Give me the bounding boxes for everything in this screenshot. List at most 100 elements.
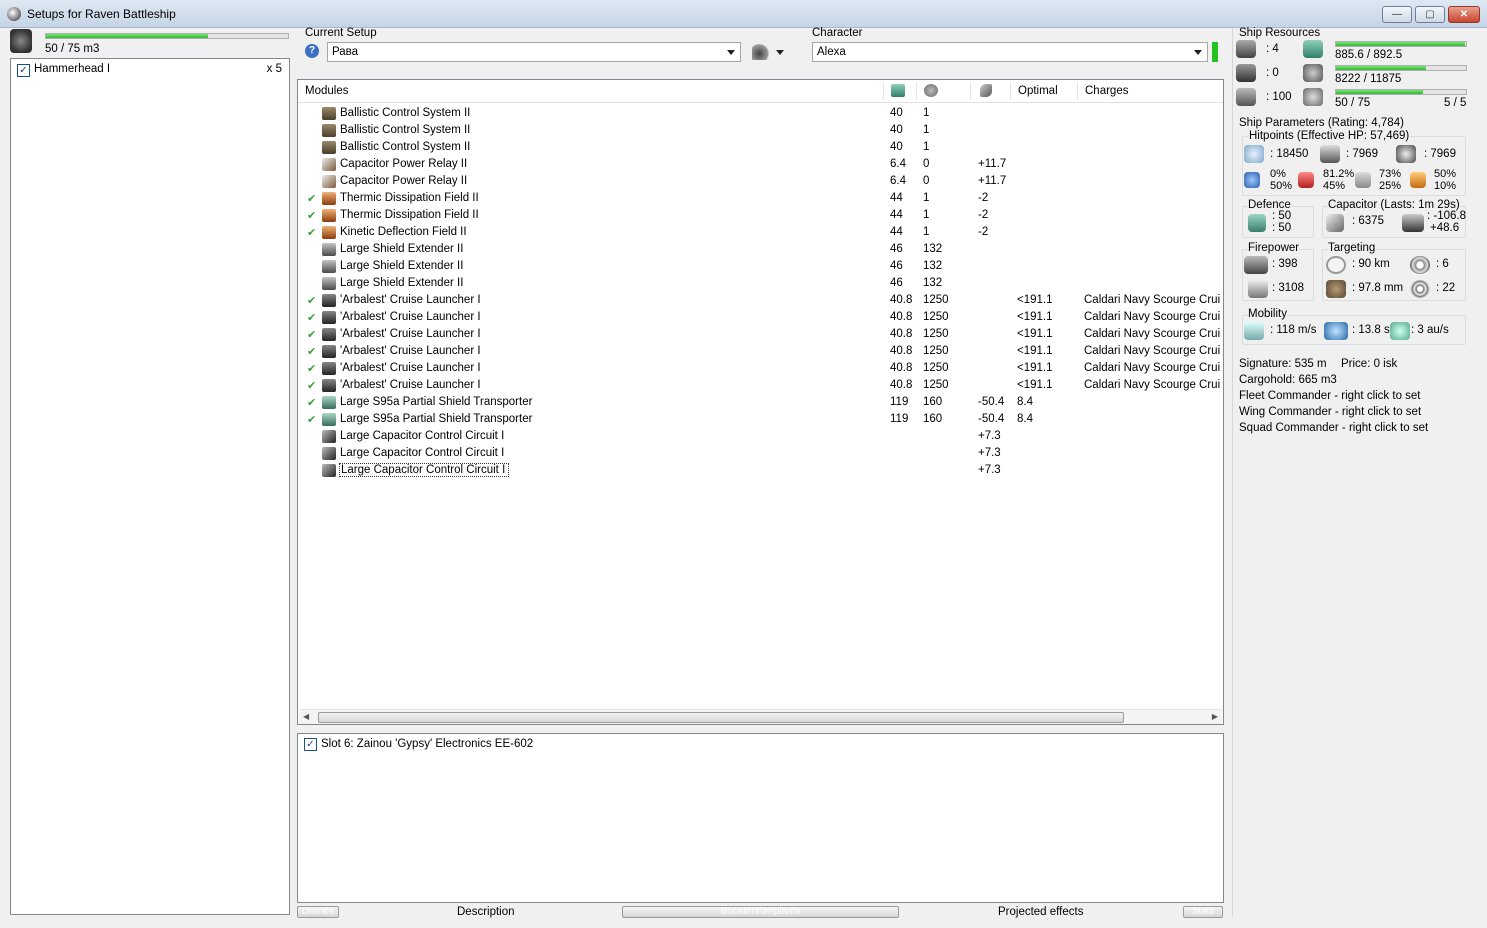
module-name[interactable]: Large S95a Partial Shield Transporter <box>340 413 532 425</box>
module-row[interactable]: ✔ Thermic Dissipation Field II 44 1 -2 <box>298 207 1223 224</box>
module-row[interactable]: ✔ Thermic Dissipation Field II 44 1 -2 <box>298 190 1223 207</box>
module-capacitor: +11.7 <box>978 175 1007 187</box>
module-active-check[interactable]: ✔ <box>307 192 316 205</box>
module-name[interactable]: 'Arbalest' Cruise Launcher I <box>340 362 481 374</box>
chevron-down-icon[interactable] <box>776 50 784 55</box>
module-row[interactable]: Ballistic Control System II 40 1 <box>298 105 1223 122</box>
module-active-check[interactable]: ✔ <box>307 362 316 375</box>
module-name[interactable]: 'Arbalest' Cruise Launcher I <box>340 345 481 357</box>
module-row[interactable]: ✔ 'Arbalest' Cruise Launcher I 40.8 1250 <19… <box>298 326 1223 343</box>
module-active-check[interactable]: ✔ <box>307 345 316 358</box>
app-icon <box>7 7 21 21</box>
module-active-check[interactable]: ✔ <box>307 328 316 341</box>
module-active-check[interactable]: ✔ <box>307 396 316 409</box>
module-powergrid: 1250 <box>923 362 949 374</box>
module-row[interactable]: ✔ Kinetic Deflection Field II 44 1 -2 <box>298 224 1223 241</box>
scroll-thumb[interactable] <box>318 712 1124 723</box>
scroll-right-icon[interactable]: ▶ <box>1212 712 1218 721</box>
module-name[interactable]: 'Arbalest' Cruise Launcher I <box>340 328 481 340</box>
module-name[interactable]: Large Capacitor Control Circuit I <box>338 463 510 477</box>
tab-boosters-implants[interactable]: Boosters\Implants <box>622 906 899 918</box>
minimize-button[interactable]: — <box>1382 6 1412 23</box>
cpu-icon[interactable] <box>891 84 905 97</box>
modules-table[interactable]: Modules Optimal Charges Ballistic Contro… <box>297 79 1224 725</box>
column-optimal[interactable]: Optimal <box>1018 85 1058 97</box>
module-name[interactable]: Capacitor Power Relay II <box>340 158 467 170</box>
module-name[interactable]: Ballistic Control System II <box>340 107 470 119</box>
module-row[interactable]: ✔ Large S95a Partial Shield Transporter 11… <box>298 394 1223 411</box>
module-row[interactable]: ✔ 'Arbalest' Cruise Launcher I 40.8 1250 <19… <box>298 309 1223 326</box>
squad-commander[interactable]: Squad Commander - right click to set <box>1239 422 1428 434</box>
max-targets: : 6 <box>1436 258 1449 270</box>
module-row[interactable]: ✔ 'Arbalest' Cruise Launcher I 40.8 1250 <19… <box>298 292 1223 309</box>
fleet-commander[interactable]: Fleet Commander - right click to set <box>1239 390 1421 402</box>
module-name[interactable]: Large Shield Extender II <box>340 260 463 272</box>
module-name[interactable]: 'Arbalest' Cruise Launcher I <box>340 294 481 306</box>
character-select[interactable]: Alexa <box>812 42 1208 62</box>
module-row[interactable]: Capacitor Power Relay II 6.4 0 +11.7 <box>298 156 1223 173</box>
module-active-check[interactable]: ✔ <box>307 379 316 392</box>
module-name[interactable]: 'Arbalest' Cruise Launcher I <box>340 311 481 323</box>
module-row[interactable]: ✔ 'Arbalest' Cruise Launcher I 40.8 1250 <19… <box>298 343 1223 360</box>
module-row[interactable]: Large Shield Extender II 46 132 <box>298 275 1223 292</box>
tab-stats[interactable]: Stats <box>1183 906 1223 918</box>
module-cpu: 46 <box>890 277 903 289</box>
implant-name[interactable]: Slot 6: Zainou 'Gypsy' Electronics EE-60… <box>321 738 533 750</box>
module-name[interactable]: Large Shield Extender II <box>340 243 463 255</box>
module-active-check[interactable]: ✔ <box>307 209 316 222</box>
module-active-check[interactable]: ✔ <box>307 413 316 426</box>
module-row[interactable]: ✔ 'Arbalest' Cruise Launcher I 40.8 1250 <19… <box>298 360 1223 377</box>
module-row[interactable]: Large Capacitor Control Circuit I +7.3 <box>298 445 1223 462</box>
help-icon[interactable]: ? <box>305 44 319 58</box>
drone-list[interactable]: ✓ Hammerhead I x 5 <box>10 58 290 915</box>
module-active-check[interactable]: ✔ <box>307 226 316 239</box>
tab-description[interactable]: Description <box>457 906 515 918</box>
setup-select[interactable]: Рава <box>327 42 741 62</box>
module-active-check[interactable]: ✔ <box>307 294 316 307</box>
drone-checkbox[interactable]: ✓ <box>17 64 30 77</box>
module-name[interactable]: 'Arbalest' Cruise Launcher I <box>340 379 481 391</box>
wing-commander[interactable]: Wing Commander - right click to set <box>1239 406 1421 418</box>
implant-checkbox[interactable]: ✓ <box>304 738 317 751</box>
module-name[interactable]: Thermic Dissipation Field II <box>340 209 479 221</box>
horizontal-scrollbar[interactable]: ◀ ▶ <box>299 709 1222 724</box>
tab-drones[interactable]: Drones <box>297 906 339 918</box>
dps-value: : 398 <box>1272 258 1298 270</box>
module-name[interactable]: Large S95a Partial Shield Transporter <box>340 396 532 408</box>
capacitor-value: : 6375 <box>1352 215 1384 227</box>
module-name[interactable]: Kinetic Deflection Field II <box>340 226 467 238</box>
scroll-left-icon[interactable]: ◀ <box>303 712 309 721</box>
title-bar[interactable]: Setups for Raven Battleship — ▢ ✕ <box>0 0 1487 28</box>
module-name[interactable]: Ballistic Control System II <box>340 124 470 136</box>
structure-hp: : 7969 <box>1424 148 1456 160</box>
drone-name[interactable]: Hammerhead I <box>34 63 110 75</box>
column-modules[interactable]: Modules <box>305 85 348 97</box>
module-name[interactable]: Large Capacitor Control Circuit I <box>340 430 504 442</box>
module-name[interactable]: Capacitor Power Relay II <box>340 175 467 187</box>
module-row[interactable]: Ballistic Control System II 40 1 <box>298 139 1223 156</box>
module-capacitor: +7.3 <box>978 447 1001 459</box>
powergrid-icon[interactable] <box>924 84 938 97</box>
module-row[interactable]: Large Capacitor Control Circuit I +7.3 <box>298 462 1223 479</box>
module-powergrid: 1250 <box>923 328 949 340</box>
module-name[interactable]: Thermic Dissipation Field II <box>340 192 479 204</box>
module-name[interactable]: Large Shield Extender II <box>340 277 463 289</box>
setup-tools-icon[interactable] <box>752 44 770 60</box>
module-name[interactable]: Ballistic Control System II <box>340 141 470 153</box>
module-row[interactable]: Large Shield Extender II 46 132 <box>298 241 1223 258</box>
module-row[interactable]: Large Shield Extender II 46 132 <box>298 258 1223 275</box>
module-row[interactable]: ✔ 'Arbalest' Cruise Launcher I 40.8 1250 <19… <box>298 377 1223 394</box>
module-row[interactable]: ✔ Large S95a Partial Shield Transporter 11… <box>298 411 1223 428</box>
module-active-check[interactable]: ✔ <box>307 311 316 324</box>
module-row[interactable]: Capacitor Power Relay II 6.4 0 +11.7 <box>298 173 1223 190</box>
module-row[interactable]: Ballistic Control System II 40 1 <box>298 122 1223 139</box>
module-name[interactable]: Large Capacitor Control Circuit I <box>340 447 504 459</box>
module-row[interactable]: Large Capacitor Control Circuit I +7.3 <box>298 428 1223 445</box>
module-powergrid: 1 <box>923 141 930 153</box>
maximize-button[interactable]: ▢ <box>1415 6 1445 23</box>
close-button[interactable]: ✕ <box>1448 6 1480 23</box>
tab-projected-effects[interactable]: Projected effects <box>998 906 1083 918</box>
column-charges[interactable]: Charges <box>1085 85 1128 97</box>
implants-list[interactable]: ✓ Slot 6: Zainou 'Gypsy' Electronics EE-… <box>297 733 1224 903</box>
capacitor-icon[interactable] <box>980 84 992 97</box>
